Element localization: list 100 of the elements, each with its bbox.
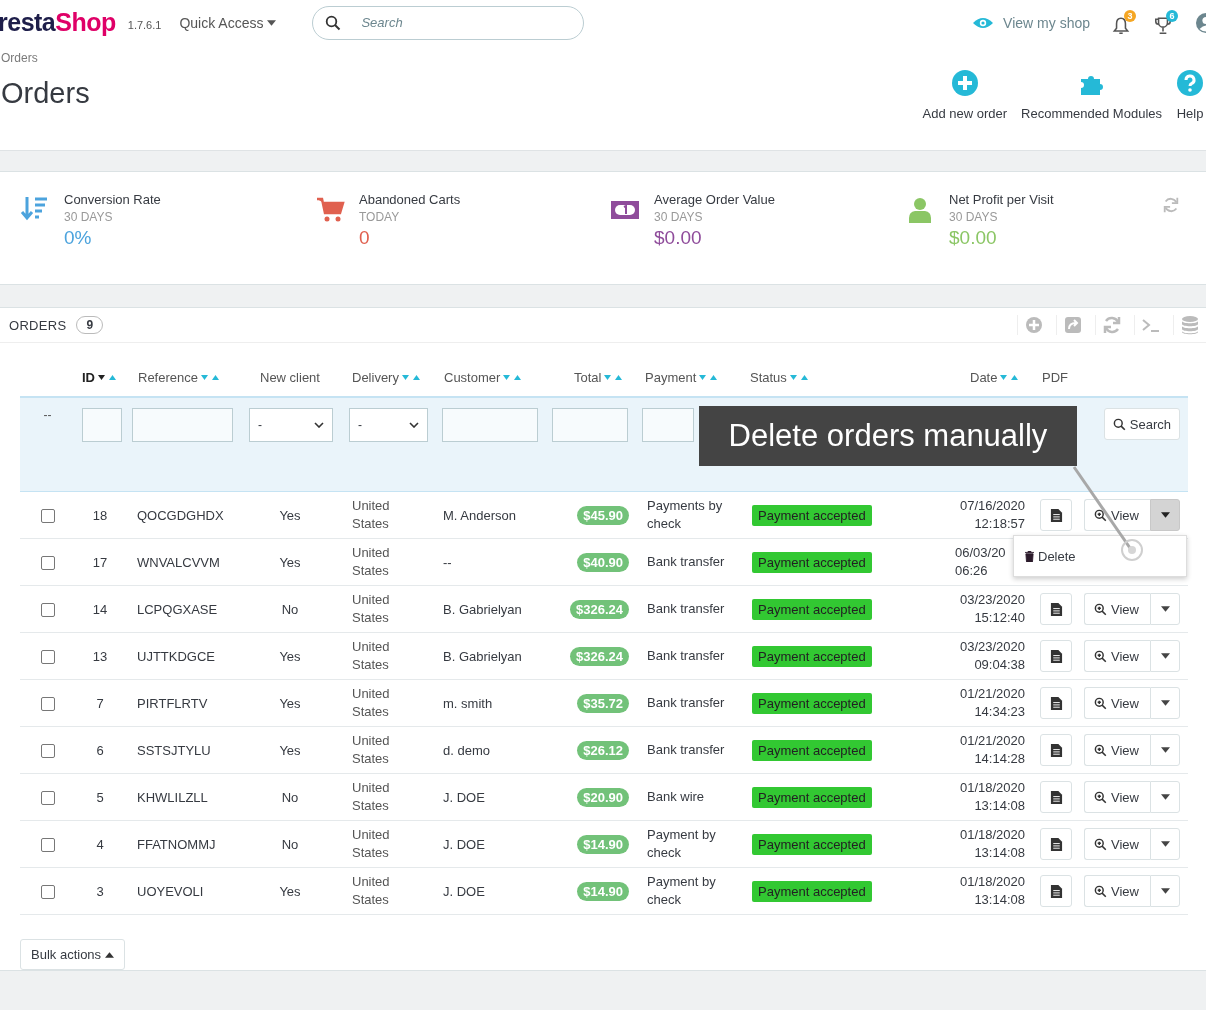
trash-icon — [1025, 550, 1034, 562]
column-header[interactable]: Date — [970, 370, 998, 386]
delete-menu-item[interactable]: Delete — [1025, 548, 1076, 564]
table-cell: 5 — [96, 789, 104, 805]
row-checkbox[interactable] — [40, 885, 55, 900]
row-checkbox[interactable] — [40, 556, 55, 571]
breadcrumb[interactable]: Orders — [1, 51, 90, 65]
filter-select[interactable]: - — [349, 408, 428, 443]
document-icon — [1049, 602, 1063, 616]
column-header[interactable]: Payment — [645, 370, 697, 386]
dropdown-toggle[interactable] — [1150, 734, 1180, 767]
table-cell: B. Gabrielyan — [443, 601, 522, 617]
filter-input[interactable] — [132, 408, 233, 443]
filter-input[interactable] — [642, 408, 694, 443]
view-button[interactable]: View — [1084, 593, 1150, 626]
view-button[interactable]: View — [1084, 875, 1150, 908]
column-header[interactable]: Status — [750, 370, 787, 386]
search-icon — [325, 14, 342, 31]
toolbar-button[interactable]: Add new order — [922, 69, 1008, 150]
view-button[interactable]: View — [1084, 828, 1150, 861]
table-cell: Yes — [279, 648, 301, 664]
view-button[interactable]: View — [1084, 781, 1150, 814]
row-checkbox[interactable] — [40, 838, 55, 853]
total-badge: $20.90 — [577, 787, 629, 807]
table-cell: 17 — [92, 554, 108, 570]
toolbar-button[interactable]: Recommended Modules — [1021, 69, 1162, 150]
kpi-value: 0 — [359, 227, 371, 249]
zoom-in-icon — [1094, 602, 1107, 616]
total-badge: $35.72 — [577, 693, 629, 713]
table-cell-text: Payments by check — [647, 497, 724, 534]
dropdown-toggle[interactable] — [1150, 593, 1180, 626]
quick-access-menu[interactable]: Quick Access — [179, 14, 277, 31]
date-cell: 01/18/2020 13:14:08 — [959, 873, 1025, 910]
pdf-button[interactable] — [1040, 687, 1072, 720]
view-button[interactable]: View — [1084, 499, 1150, 532]
date-cell: 07/16/2020 12:18:57 — [959, 497, 1025, 534]
row-checkbox[interactable] — [40, 744, 55, 759]
column-header[interactable]: Customer — [444, 370, 501, 386]
row-checkbox[interactable] — [40, 509, 55, 524]
status-badge: Payment accepted — [752, 645, 872, 667]
filter-input[interactable] — [442, 408, 538, 443]
zoom-in-icon — [1094, 649, 1107, 663]
view-shop-link[interactable]: View my shop — [973, 14, 1090, 31]
filter-input[interactable] — [82, 408, 122, 443]
column-header[interactable]: Reference — [138, 370, 198, 386]
pdf-button[interactable] — [1040, 593, 1072, 626]
pdf-button[interactable] — [1040, 828, 1072, 861]
kpi-title: Net Profit per Visit — [949, 192, 1054, 207]
view-button[interactable]: View — [1084, 640, 1150, 673]
row-checkbox[interactable] — [40, 791, 55, 806]
dropdown-toggle[interactable] — [1150, 828, 1180, 861]
table-cell-text: United States — [352, 638, 391, 675]
table-cell: Yes — [279, 554, 301, 570]
table-cell: Yes — [279, 695, 301, 711]
column-header[interactable]: Delivery — [352, 370, 399, 386]
total-badge: $14.90 — [577, 834, 629, 854]
date-cell: 03/23/2020 15:12:40 — [959, 591, 1025, 628]
sort-arrows-icon[interactable] — [97, 374, 117, 383]
pdf-button[interactable] — [1040, 875, 1072, 908]
column-header[interactable]: ID — [82, 370, 95, 386]
dropdown-toggle[interactable] — [1150, 499, 1180, 532]
pdf-button[interactable] — [1040, 499, 1072, 532]
table-cell: UOYEVOLI — [137, 883, 204, 899]
logo[interactable]: restaShop — [0, 8, 116, 37]
row-checkbox[interactable] — [40, 603, 55, 618]
chevron-icon — [314, 422, 324, 429]
table-cell: No — [281, 789, 299, 805]
bulk-actions-button[interactable]: Bulk actions — [20, 939, 126, 970]
filter-select[interactable]: - — [249, 408, 333, 443]
search-button[interactable]: Search — [1103, 408, 1180, 441]
table-cell: d. demo — [443, 742, 490, 758]
pdf-button[interactable] — [1040, 640, 1072, 673]
dropdown-toggle[interactable] — [1150, 640, 1180, 673]
table-cell-text: Bank transfer — [647, 600, 726, 619]
date-cell: 01/18/2020 13:14:08 — [959, 779, 1025, 816]
row-checkbox[interactable] — [40, 650, 55, 665]
column-header[interactable]: Total — [574, 370, 602, 386]
table-cell-text: United States — [352, 544, 391, 581]
view-button[interactable]: View — [1084, 687, 1150, 720]
status-badge: Payment accepted — [752, 504, 872, 526]
date-cell: 06/03/20 06:26 — [955, 544, 1006, 581]
table-cell: M. Anderson — [443, 507, 516, 523]
pdf-button[interactable] — [1040, 781, 1072, 814]
filter-input[interactable] — [552, 408, 628, 443]
dropdown-toggle[interactable] — [1150, 781, 1180, 814]
table-cell-text: Bank transfer — [647, 647, 726, 666]
total-badge: $26.12 — [577, 740, 629, 760]
row-checkbox[interactable] — [40, 697, 55, 712]
zoom-in-icon — [1094, 696, 1107, 710]
search-icon — [1112, 417, 1126, 431]
chevron-icon — [409, 422, 419, 429]
toolbar-button[interactable]: Help — [1176, 69, 1204, 150]
pdf-button[interactable] — [1040, 734, 1072, 767]
dropdown-toggle[interactable] — [1150, 687, 1180, 720]
date-cell: 01/21/2020 14:14:28 — [959, 732, 1025, 769]
search-field[interactable]: Search — [312, 5, 585, 40]
view-button[interactable]: View — [1084, 734, 1150, 767]
dropdown-toggle[interactable] — [1150, 875, 1180, 908]
table-cell-text: United States — [352, 497, 391, 534]
table-cell-text: United States — [352, 732, 391, 769]
